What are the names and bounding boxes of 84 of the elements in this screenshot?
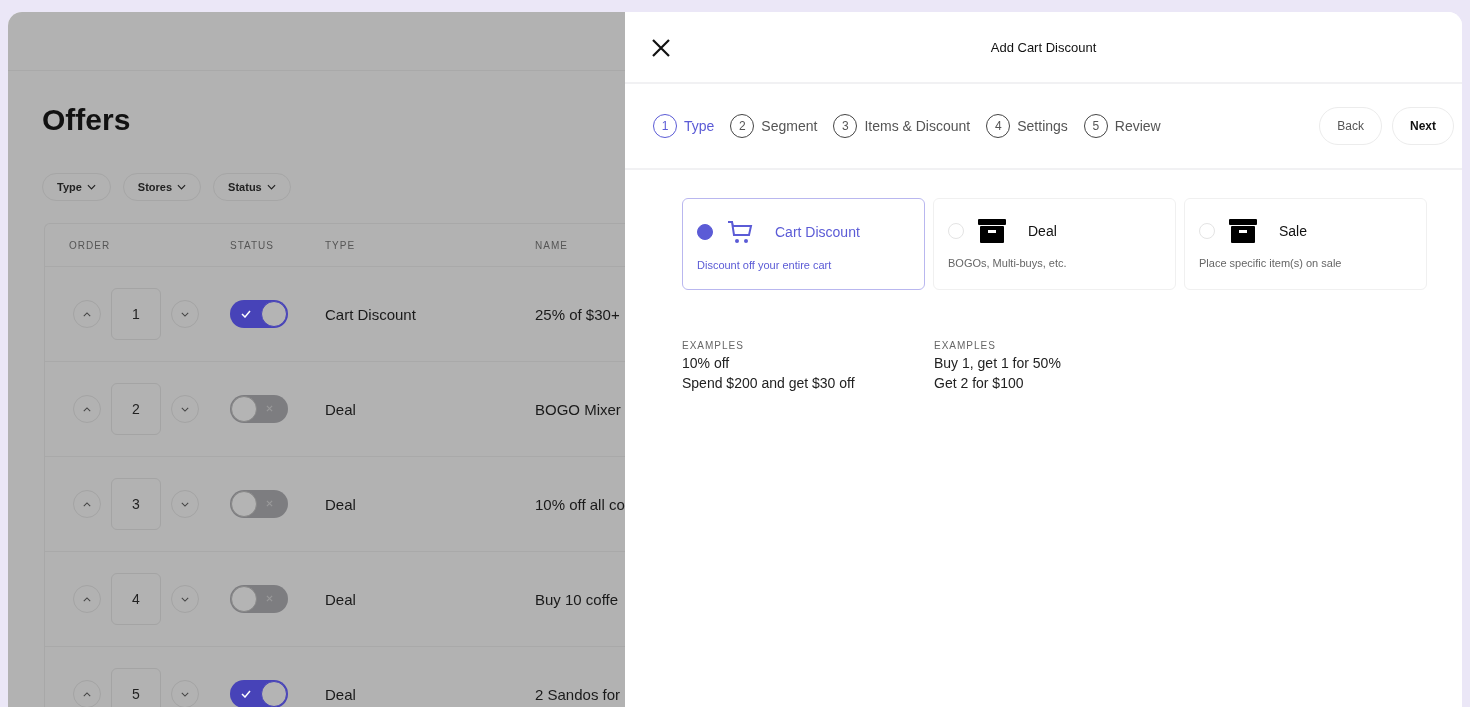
x-icon: [266, 405, 273, 412]
move-up-button[interactable]: [73, 490, 101, 518]
next-button[interactable]: Next: [1392, 107, 1454, 145]
check-icon: [241, 310, 251, 318]
chevron-up-icon: [83, 406, 91, 412]
option-title: Sale: [1279, 223, 1308, 239]
back-button[interactable]: Back: [1319, 107, 1382, 145]
drawer-title: Add Cart Discount: [990, 39, 1097, 55]
chevron-up-icon: [83, 596, 91, 602]
option-card[interactable]: Cart Discount Discount off your entire cart: [682, 198, 925, 290]
move-up-button[interactable]: [73, 585, 101, 613]
status-toggle[interactable]: [230, 395, 288, 423]
order-field[interactable]: 4: [111, 573, 161, 625]
chevron-down-icon: [181, 406, 189, 412]
chevron-down-icon: [177, 184, 187, 190]
option-description: Discount off your entire cart: [697, 259, 833, 271]
option-title: Cart Discount: [775, 224, 860, 240]
chevron-up-icon: [83, 311, 91, 317]
radio-button[interactable]: [697, 224, 713, 240]
option-title: Deal: [1028, 223, 1057, 239]
chevron-down-icon: [181, 311, 189, 317]
x-icon: [266, 595, 273, 602]
column-header: NAME: [535, 239, 569, 251]
option-card[interactable]: Sale Place specific item(s) on sale: [1184, 198, 1427, 290]
table-cell-text: Buy 10 coffe: [535, 590, 620, 608]
move-down-button[interactable]: [171, 300, 199, 328]
archive-box-icon: [1229, 219, 1257, 243]
table-cell-text: Deal: [325, 590, 357, 608]
page-title: Offers: [42, 103, 132, 137]
table-cell-text: 2 Sandos for: [535, 685, 622, 703]
column-header: ORDER: [68, 239, 112, 251]
examples-heading: EXAMPLES: [934, 340, 997, 351]
filter-dropdown[interactable]: Stores: [122, 173, 202, 201]
chevron-up-icon: [83, 501, 91, 507]
filter-dropdown[interactable]: Type: [42, 173, 111, 201]
status-toggle[interactable]: [230, 680, 288, 707]
table-cell-text: BOGO Mixer: [535, 400, 622, 418]
step-tab[interactable]: 3 Items & Discount: [833, 114, 971, 138]
table-cell: 10% off all co: [535, 495, 625, 513]
option-description: Place specific item(s) on sale: [1199, 257, 1343, 269]
check-icon: [241, 690, 251, 698]
table-cell-text: Deal: [325, 400, 357, 418]
example-text: Spend $200 and get $30 off: [682, 375, 856, 391]
option-description: BOGOs, Multi-buys, etc.: [948, 257, 1068, 269]
move-up-button[interactable]: [73, 395, 101, 423]
table-cell-text: Deal: [325, 685, 357, 703]
step-tab[interactable]: 5 Review: [1083, 114, 1161, 138]
archive-box-icon: [978, 219, 1006, 243]
move-down-button[interactable]: [171, 490, 199, 518]
step-tab[interactable]: 2 Segment: [730, 114, 818, 138]
option-card[interactable]: Deal BOGOs, Multi-buys, etc.: [933, 198, 1176, 290]
column-header: STATUS: [230, 239, 275, 251]
order-field[interactable]: 5: [111, 668, 161, 707]
table-cell-text: Deal: [325, 495, 357, 513]
table-cell-text: Cart Discount: [325, 305, 417, 323]
column-header: TYPE: [325, 239, 357, 251]
move-down-button[interactable]: [171, 585, 199, 613]
move-down-button[interactable]: [171, 395, 199, 423]
move-up-button[interactable]: [73, 300, 101, 328]
table-cell-text: 25% of $30+: [535, 305, 621, 323]
chevron-down-icon: [266, 184, 276, 190]
order-field[interactable]: 1: [111, 288, 161, 340]
example-text: 10% off: [682, 355, 731, 371]
step-tab[interactable]: 4 Settings: [986, 114, 1068, 138]
order-field[interactable]: 3: [111, 478, 161, 530]
chevron-down-icon: [86, 184, 96, 190]
cart-icon: [727, 219, 753, 245]
order-field[interactable]: 2: [111, 383, 161, 435]
x-icon: [266, 500, 273, 507]
filter-dropdown[interactable]: Status: [213, 173, 291, 201]
status-toggle[interactable]: [230, 300, 288, 328]
chevron-up-icon: [83, 691, 91, 697]
close-icon[interactable]: [651, 38, 671, 58]
step-tab[interactable]: 1 Type: [653, 114, 715, 138]
move-up-button[interactable]: [73, 680, 101, 707]
example-text: Get 2 for $100: [934, 375, 1025, 391]
examples-heading: EXAMPLES: [682, 340, 745, 351]
example-text: Buy 1, get 1 for 50%: [934, 355, 1062, 371]
move-down-button[interactable]: [171, 680, 199, 707]
status-toggle[interactable]: [230, 585, 288, 613]
chevron-down-icon: [181, 691, 189, 697]
chevron-down-icon: [181, 501, 189, 507]
status-toggle[interactable]: [230, 490, 288, 518]
chevron-down-icon: [181, 596, 189, 602]
